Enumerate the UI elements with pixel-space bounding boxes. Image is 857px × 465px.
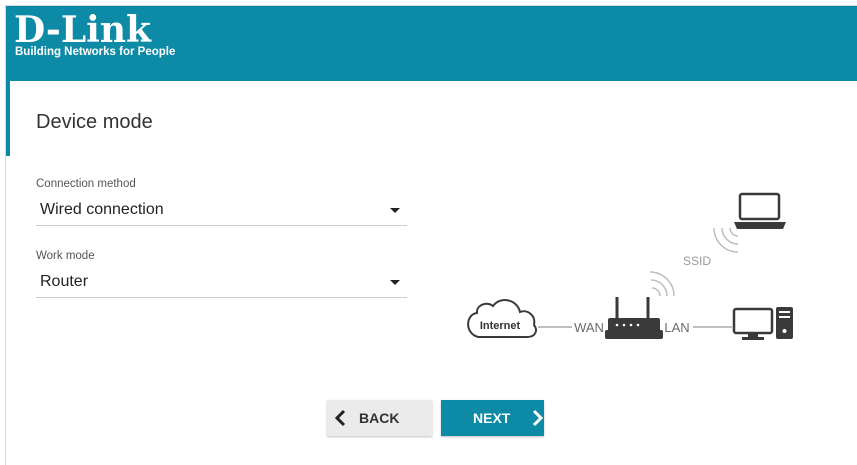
- next-button[interactable]: NEXT: [441, 400, 544, 436]
- chevron-right-icon: [532, 409, 544, 427]
- work-mode-select[interactable]: Router: [36, 266, 407, 298]
- brand-tagline: Building Networks for People: [15, 46, 176, 58]
- work-mode-label: Work mode: [36, 250, 95, 262]
- page-title: Device mode: [36, 111, 153, 133]
- back-button-label: BACK: [359, 410, 400, 426]
- connection-method-select[interactable]: Wired connection: [36, 194, 407, 226]
- next-button-label: NEXT: [473, 410, 511, 426]
- connection-method-label: Connection method: [36, 178, 136, 190]
- work-mode-value: Router: [40, 273, 89, 290]
- chevron-down-icon: [390, 280, 400, 285]
- back-button[interactable]: BACK: [327, 400, 432, 436]
- connection-method-value: Wired connection: [40, 201, 164, 218]
- header-bar: D-Link Building Networks for People: [6, 6, 857, 81]
- chevron-down-icon: [390, 208, 400, 213]
- header-accent-strip: [6, 81, 10, 156]
- brand-logo: D-Link: [14, 9, 151, 51]
- chevron-left-icon: [334, 409, 346, 427]
